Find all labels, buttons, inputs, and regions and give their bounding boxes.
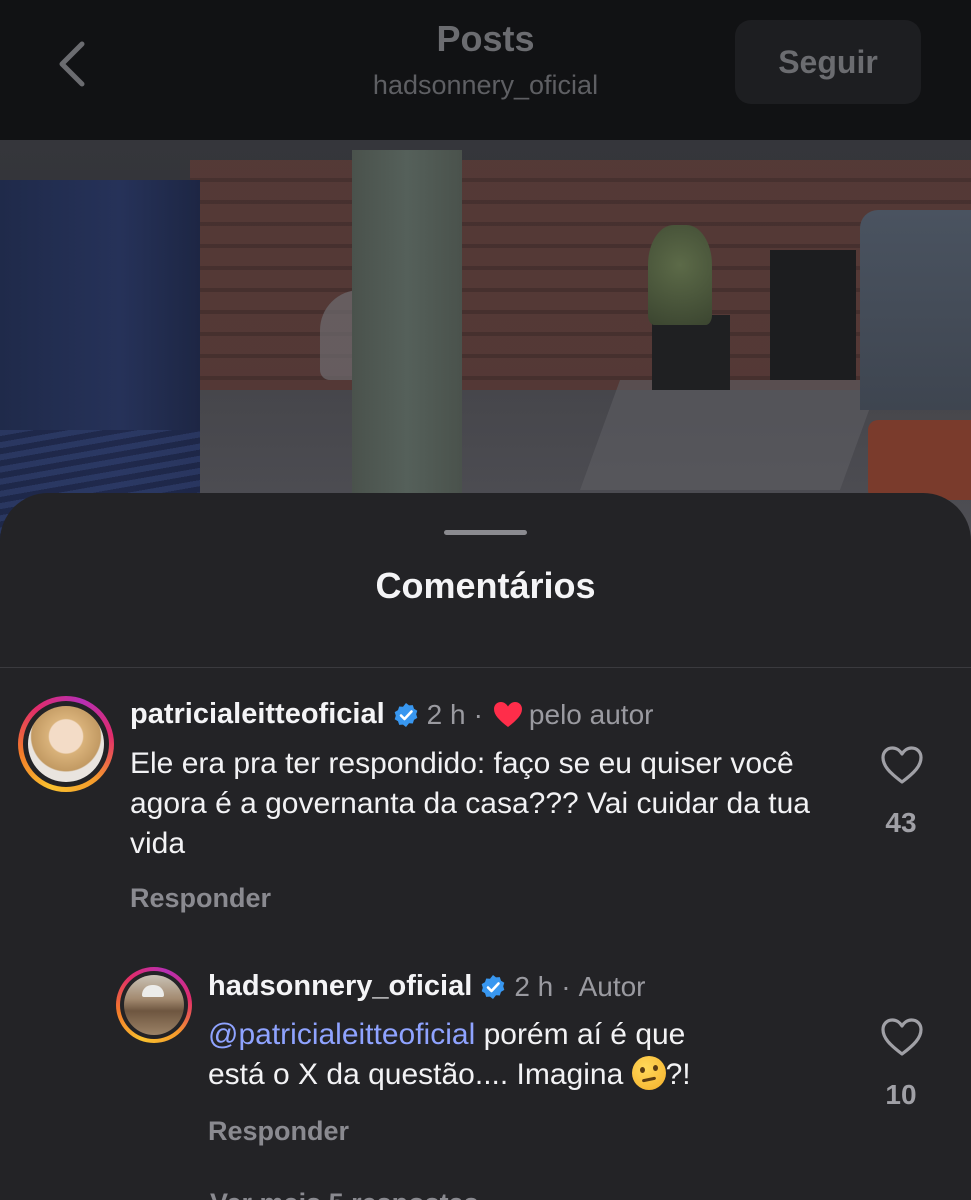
avatar-ring [23, 701, 109, 787]
video-scene-plant [648, 225, 712, 325]
comment-header: patricialeitteoficial 2 h · pelo autor [130, 698, 653, 731]
verified-badge-icon [394, 702, 417, 727]
meta-separator: · [561, 970, 571, 1002]
like-count: 43 [885, 807, 917, 838]
reply-text-fragment: porém aí é que [475, 1018, 686, 1051]
video-scene-sofa [860, 210, 971, 410]
reply-text-line-2: está o X da questão.... Imagina ?! [208, 1055, 848, 1095]
avatar[interactable] [18, 696, 114, 792]
reply-username[interactable]: hadsonnery_oficial [208, 970, 472, 1003]
liked-by-author-label: pelo autor [528, 698, 654, 730]
divider [0, 667, 971, 668]
avatar-photo [124, 975, 184, 1035]
comment-username[interactable]: patricialeitteoficial [130, 698, 385, 731]
view-more-replies[interactable]: Ver mais 5 respostas [134, 1188, 479, 1200]
avatar[interactable] [116, 967, 192, 1043]
avatar-ring [120, 971, 188, 1039]
reply-text: @patricialeitteoficial porém aí é que es… [208, 1015, 848, 1095]
view-more-replies-label[interactable]: Ver mais 5 respostas [210, 1188, 479, 1200]
sheet-drag-handle[interactable] [444, 530, 527, 535]
reply-text-line-1: @patricialeitteoficial porém aí é que [208, 1015, 848, 1055]
thinking-face-icon [631, 1056, 666, 1090]
reply-text-fragment: está o X da questão.... Imagina [208, 1058, 632, 1091]
reply-header: hadsonnery_oficial 2 h · Autor [208, 970, 646, 1003]
comments-sheet: Comentários patricialeitteoficial 2 h · … [0, 493, 971, 1200]
comments-title: Comentários [375, 565, 596, 606]
comment-text: Ele era pra ter respondido: faço se eu q… [130, 747, 810, 860]
like-count: 10 [885, 1079, 917, 1110]
reply-button[interactable]: Responder [208, 1116, 349, 1147]
meta-separator: · [473, 698, 483, 730]
author-role-label: Autor [578, 970, 646, 1002]
reply-time: 2 h [514, 970, 554, 1002]
video-scene-pot [652, 315, 730, 390]
avatar-photo [28, 706, 104, 782]
video-scene-rug [579, 380, 881, 490]
comment-time: 2 h [426, 698, 466, 730]
follow-button[interactable]: Seguir [735, 20, 921, 104]
reply-text-fragment: ?! [665, 1058, 691, 1091]
mention-link[interactable]: @patricialeitteoficial [208, 1018, 475, 1051]
verified-badge-icon [482, 974, 505, 999]
heart-outline-icon[interactable] [880, 1015, 924, 1059]
heart-outline-icon[interactable] [880, 743, 924, 787]
heart-filled-icon [493, 702, 522, 727]
video-scene-pot [770, 250, 856, 380]
video-scene-stool [868, 420, 971, 500]
reply-button[interactable]: Responder [130, 883, 271, 914]
top-nav-bar: Posts hadsonnery_oficial Seguir [0, 0, 971, 140]
